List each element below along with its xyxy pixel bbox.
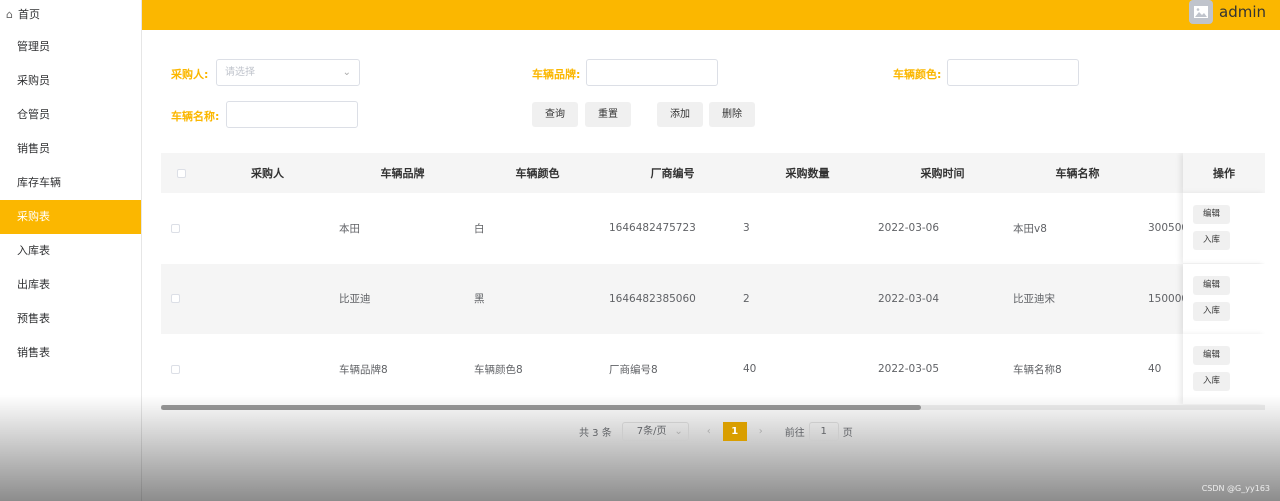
page-size-value: 7条/页 xyxy=(636,426,667,437)
scrollbar-thumb[interactable] xyxy=(161,405,921,410)
sidebar-item-purchases[interactable]: 采购表 xyxy=(0,200,141,234)
sidebar-item-stock-out[interactable]: 出库表 xyxy=(0,268,141,302)
cell-qty: 2 xyxy=(743,292,750,305)
sidebar-item-buyers[interactable]: 采购员 xyxy=(0,64,141,98)
buyer-placeholder: 请选择 xyxy=(225,67,255,78)
page-size-select[interactable]: 7条/页 ⌄ xyxy=(621,422,689,441)
table-row: 本田 白 1646482475723 3 2022-03-06 本田v8 300… xyxy=(161,193,1265,263)
col-qty[interactable]: 采购数量 xyxy=(740,153,875,193)
user-menu[interactable]: admin xyxy=(1189,0,1266,24)
sidebar-item-sales[interactable]: 销售表 xyxy=(0,336,141,370)
cell-code: 1646482475723 xyxy=(609,222,696,234)
stock-in-button[interactable]: 入库 xyxy=(1193,301,1230,321)
cell-color: 白 xyxy=(474,222,485,235)
purchase-table: 采购人 车辆品牌 车辆颜色 厂商编号 采购数量 采购时间 车辆名称 操作 本田 … xyxy=(161,153,1265,405)
buyer-select[interactable]: 请选择 ⌄ xyxy=(216,59,360,86)
col-color[interactable]: 车辆颜色 xyxy=(470,153,605,193)
cell-color: 黑 xyxy=(474,293,485,305)
prev-page-icon[interactable]: ‹ xyxy=(707,426,711,437)
top-bar: admin xyxy=(142,0,1280,30)
col-code[interactable]: 厂商编号 xyxy=(605,153,740,193)
col-name[interactable]: 车辆名称 xyxy=(1010,153,1145,193)
sidebar-item-warehouse-keepers[interactable]: 仓管员 xyxy=(0,98,141,132)
select-all-checkbox[interactable] xyxy=(176,168,186,178)
horizontal-scrollbar[interactable] xyxy=(161,405,1265,410)
cell-brand: 本田 xyxy=(339,222,360,235)
name-label: 车辆名称: xyxy=(171,110,220,123)
cell-price: 40 xyxy=(1148,363,1162,375)
name-input[interactable] xyxy=(226,101,358,128)
video-fade-overlay xyxy=(0,395,1280,501)
brand-input[interactable] xyxy=(586,59,718,86)
col-date[interactable]: 采购时间 xyxy=(875,153,1010,193)
cell-date: 2022-03-05 xyxy=(878,363,940,375)
sidebar-item-inventory[interactable]: 库存车辆 xyxy=(0,166,141,200)
page-1-button[interactable]: 1 xyxy=(722,422,747,441)
cell-name: 本田v8 xyxy=(1013,222,1047,235)
col-buyer[interactable]: 采购人 xyxy=(200,153,335,193)
cell-code: 厂商编号8 xyxy=(609,363,658,376)
sidebar: ⌂ 首页 管理员 采购员 仓管员 销售员 库存车辆 采购表 入库表 出库表 预售表… xyxy=(0,0,142,501)
cell-qty: 3 xyxy=(743,222,750,234)
row-checkbox[interactable] xyxy=(171,364,180,374)
cell-qty: 40 xyxy=(743,363,757,375)
table-row: 比亚迪 黑 1646482385060 2 2022-03-04 比亚迪宋 15… xyxy=(161,263,1265,334)
goto-input[interactable]: 1 xyxy=(808,422,839,441)
row-checkbox[interactable] xyxy=(171,223,180,233)
buyer-label: 采购人: xyxy=(171,68,209,81)
avatar-image-icon xyxy=(1189,0,1213,24)
cell-name: 车辆名称8 xyxy=(1013,363,1062,376)
reset-button[interactable]: 重置 xyxy=(585,102,631,127)
sidebar-item-presale[interactable]: 预售表 xyxy=(0,302,141,336)
stock-in-button[interactable]: 入库 xyxy=(1193,372,1230,391)
total-count: 共 3 条 xyxy=(579,428,612,439)
table-header: 采购人 车辆品牌 车辆颜色 厂商编号 采购数量 采购时间 车辆名称 操作 xyxy=(161,153,1265,193)
cell-name: 比亚迪宋 xyxy=(1013,293,1055,305)
col-brand[interactable]: 车辆品牌 xyxy=(335,153,470,193)
page-unit-label: 页 xyxy=(842,428,853,439)
stock-in-button[interactable]: 入库 xyxy=(1193,231,1230,250)
watermark: CSDN @G_yy163 xyxy=(1201,484,1270,493)
sidebar-item-home[interactable]: ⌂ 首页 xyxy=(0,0,141,30)
chevron-down-icon: ⌄ xyxy=(342,67,351,78)
delete-button[interactable]: 删除 xyxy=(709,102,755,127)
cell-date: 2022-03-04 xyxy=(878,292,940,305)
chevron-down-icon: ⌄ xyxy=(674,426,683,437)
cell-code: 1646482385060 xyxy=(609,292,696,305)
edit-button[interactable]: 编辑 xyxy=(1193,205,1230,224)
sidebar-item-stock-in[interactable]: 入库表 xyxy=(0,234,141,268)
home-icon: ⌂ xyxy=(6,8,13,21)
col-ops: 操作 xyxy=(1213,167,1235,180)
cell-brand: 车辆品牌8 xyxy=(339,363,388,376)
goto-label: 前往 xyxy=(784,428,805,439)
pagination: 共 3 条 7条/页 ⌄ ‹ 1 › 前往 1 页 xyxy=(579,422,853,441)
next-page-icon[interactable]: › xyxy=(759,426,763,437)
cell-date: 2022-03-06 xyxy=(878,222,940,234)
sidebar-item-admins[interactable]: 管理员 xyxy=(0,30,141,64)
color-label: 车辆颜色: xyxy=(893,68,942,81)
add-button[interactable]: 添加 xyxy=(657,102,703,127)
table-row: 车辆品牌8 车辆颜色8 厂商编号8 40 2022-03-05 车辆名称8 40… xyxy=(161,334,1265,404)
username: admin xyxy=(1219,3,1266,21)
color-input[interactable] xyxy=(947,59,1079,86)
brand-label: 车辆品牌: xyxy=(532,68,581,81)
cell-color: 车辆颜色8 xyxy=(474,363,523,376)
sidebar-item-sellers[interactable]: 销售员 xyxy=(0,132,141,166)
row-checkbox[interactable] xyxy=(171,294,180,303)
edit-button[interactable]: 编辑 xyxy=(1193,275,1230,295)
search-button[interactable]: 查询 xyxy=(532,102,578,127)
edit-button[interactable]: 编辑 xyxy=(1193,346,1230,365)
cell-brand: 比亚迪 xyxy=(339,293,371,305)
